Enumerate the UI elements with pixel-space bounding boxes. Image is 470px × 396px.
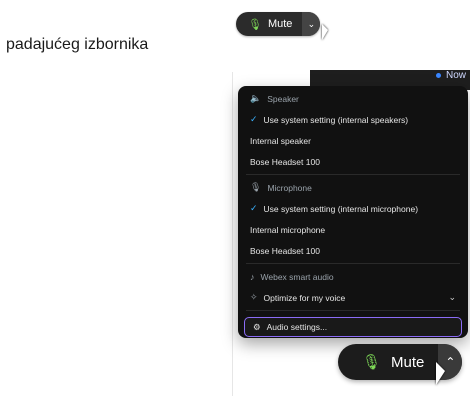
panel-divider [232,72,233,396]
microphone-option-internal[interactable]: Internal microphone [238,219,468,240]
microphone-section-header: 🎙 Microphone [250,182,312,193]
menu-divider [246,263,460,264]
speaker-option-internal[interactable]: Internal speaker [238,130,468,151]
smart-audio-icon: ♪ [250,271,255,282]
microphone-icon: 🎙 [362,354,382,371]
mute-label: Mute [391,353,425,371]
checkmark-icon: ✓ [250,114,258,124]
audio-options-caret-small[interactable]: ⌄ [302,12,321,36]
audio-dropdown-menu: 🔈 Speaker ✓ Use system setting (internal… [238,86,468,338]
chevron-down-icon: ⌄ [307,18,316,29]
voice-icon: ✧ [250,292,258,302]
mute-button-small-main[interactable]: 🎙 Mute [236,12,302,36]
smart-audio-option[interactable]: ✧ Optimize for my voice ⌄ [238,287,468,308]
microphone-icon: 🎙 [248,18,262,31]
microphone-option-system[interactable]: ✓ Use system setting (internal microphon… [238,198,468,219]
mute-button-small[interactable]: 🎙 Mute ⌄ [236,12,321,36]
speaker-icon: 🔈 [250,93,262,103]
microphone-icon: 🎙 [250,182,262,192]
speaker-option-system[interactable]: ✓ Use system setting (internal speakers) [238,109,468,130]
chevron-down-icon: ⌄ [448,292,456,302]
menu-divider [246,174,460,175]
audio-settings-button[interactable]: ⚙ Audio settings... [244,317,462,337]
gear-icon: ⚙ [253,321,261,332]
mute-button-main[interactable]: 🎙 Mute [338,344,438,380]
microphone-option-bose[interactable]: Bose Headset 100 [238,240,468,261]
checkmark-icon: ✓ [250,203,258,213]
smart-audio-section-header: ♪ Webex smart audio [250,271,334,282]
status-dot-icon [436,73,442,78]
cursor-icon [436,362,445,385]
mute-label-small: Mute [267,18,293,30]
webex-screenshot: Now 🔈 Speaker ✓ Use system setting (inte… [0,62,470,396]
speaker-option-bose[interactable]: Bose Headset 100 [238,151,468,172]
top-bar-label: Now [445,70,466,81]
speaker-section-header: 🔈 Speaker [250,93,299,104]
intro-text: padajućeg izbornika [6,36,149,53]
chevron-up-icon: ⌃ [445,355,456,369]
menu-divider [246,310,460,311]
cursor-icon [322,24,328,40]
